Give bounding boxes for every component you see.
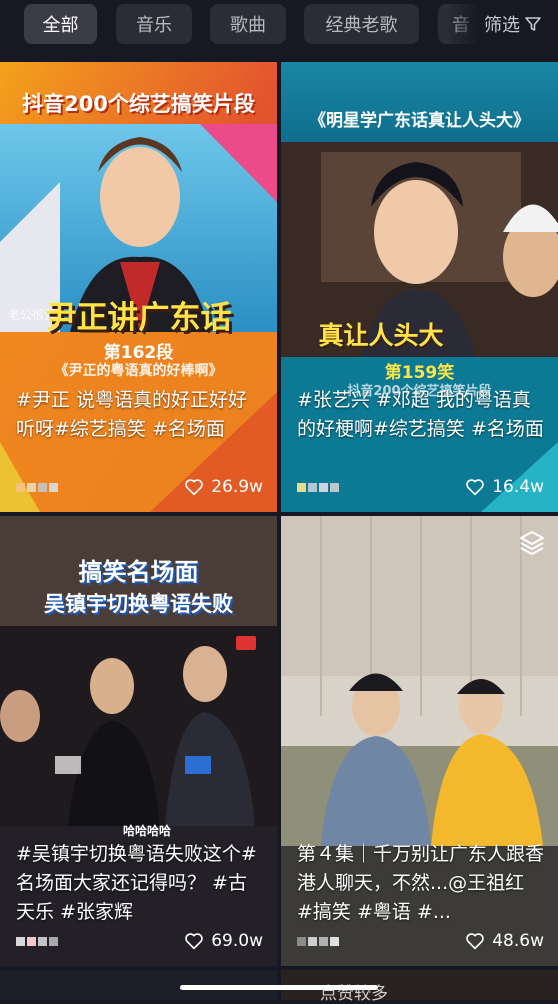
filter-button[interactable]: 筛选 [448, 0, 558, 48]
heart-outline-icon [466, 933, 485, 950]
video-card[interactable]: 《明星学广东话真让人头大》 真让人头大 第159笑 抖音200个综艺搞笑片段 #… [281, 62, 558, 512]
thumbnail-subtitle: 哈哈哈哈 [122, 824, 171, 838]
video-caption: #张艺兴 #邓超 我的粤语真的好梗啊#综艺搞笑 #名场面 [297, 389, 544, 440]
filter-bar: 全部 音乐 歌曲 经典老歌 音 筛选 [0, 0, 558, 48]
video-caption: #尹正 说粤语真的好正好好听呀#综艺搞笑 #名场面 [16, 389, 247, 440]
like-count: 16.4w [465, 477, 544, 497]
video-caption: 第４集｜千万别让广东人跟香港人聊天，不然...@王祖红 #搞笑 #粤语 #... [297, 843, 545, 923]
chip-classic-songs[interactable]: 经典老歌 [304, 4, 419, 44]
like-count-value: 48.6w [492, 931, 544, 951]
video-meta: 26.9w [16, 474, 263, 500]
video-meta: 48.6w [297, 928, 544, 954]
like-count-value: 26.9w [211, 477, 263, 497]
filter-label: 筛选 [484, 15, 520, 36]
thumbnail-banner: 抖音200个综艺搞笑片段 [22, 92, 255, 116]
video-caption: #吴镇宇切换粤语失败这个#名场面大家还记得吗？ #古天乐 #张家辉 [16, 843, 257, 923]
video-meta: 16.4w [297, 474, 544, 500]
heart-outline-icon [185, 479, 204, 496]
stacked-layers-icon [520, 531, 544, 555]
thumbnail-subtitle: 尹正讲广东话 [45, 300, 232, 336]
avatar[interactable] [16, 930, 58, 952]
chip-songs[interactable]: 歌曲 [210, 4, 286, 44]
chip-all[interactable]: 全部 [24, 4, 97, 44]
video-thumbnail [0, 62, 277, 512]
like-count-value: 69.0w [211, 931, 263, 951]
avatar[interactable] [16, 476, 58, 498]
thumbnail-banner: 《明星学广东话真让人头大》 [309, 111, 530, 131]
thumbnail-banner-secondary: 吴镇宇切换粤语失败 [44, 592, 233, 616]
video-meta: 69.0w [16, 928, 263, 954]
thumbnail-subtitle: 真让人头大 [318, 321, 444, 350]
thumbnail-banner: 搞笑名场面 [78, 558, 199, 586]
heart-outline-icon [185, 933, 204, 950]
avatar[interactable] [297, 930, 339, 952]
home-indicator[interactable] [180, 985, 378, 990]
heart-outline-icon [466, 479, 485, 496]
like-count: 26.9w [184, 477, 263, 497]
next-card-peek-text: 点赞较多 [320, 984, 388, 1004]
avatar[interactable] [297, 476, 339, 498]
chip-music[interactable]: 音乐 [116, 4, 192, 44]
like-count-value: 16.4w [492, 477, 544, 497]
video-card[interactable]: 抖音200个综艺搞笑片段 老公很爱 尹正讲广东话 第162段 《尹正的粤语真的好… [0, 62, 277, 512]
like-count: 48.6w [465, 931, 544, 951]
thumbnail-episode-sub: 《尹正的粤语真的好棒啊》 [54, 363, 223, 379]
filter-funnel-icon [525, 17, 541, 31]
video-card[interactable]: 搞笑名场面 吴镇宇切换粤语失败 哈哈哈哈 #吴镇宇切换粤语失败这个#名场面大家还… [0, 516, 277, 966]
like-count: 69.0w [184, 931, 263, 951]
video-card[interactable]: 第４集｜千万别让广东人跟香港人聊天，不然...@王祖红 #搞笑 #粤语 #...… [281, 516, 558, 966]
